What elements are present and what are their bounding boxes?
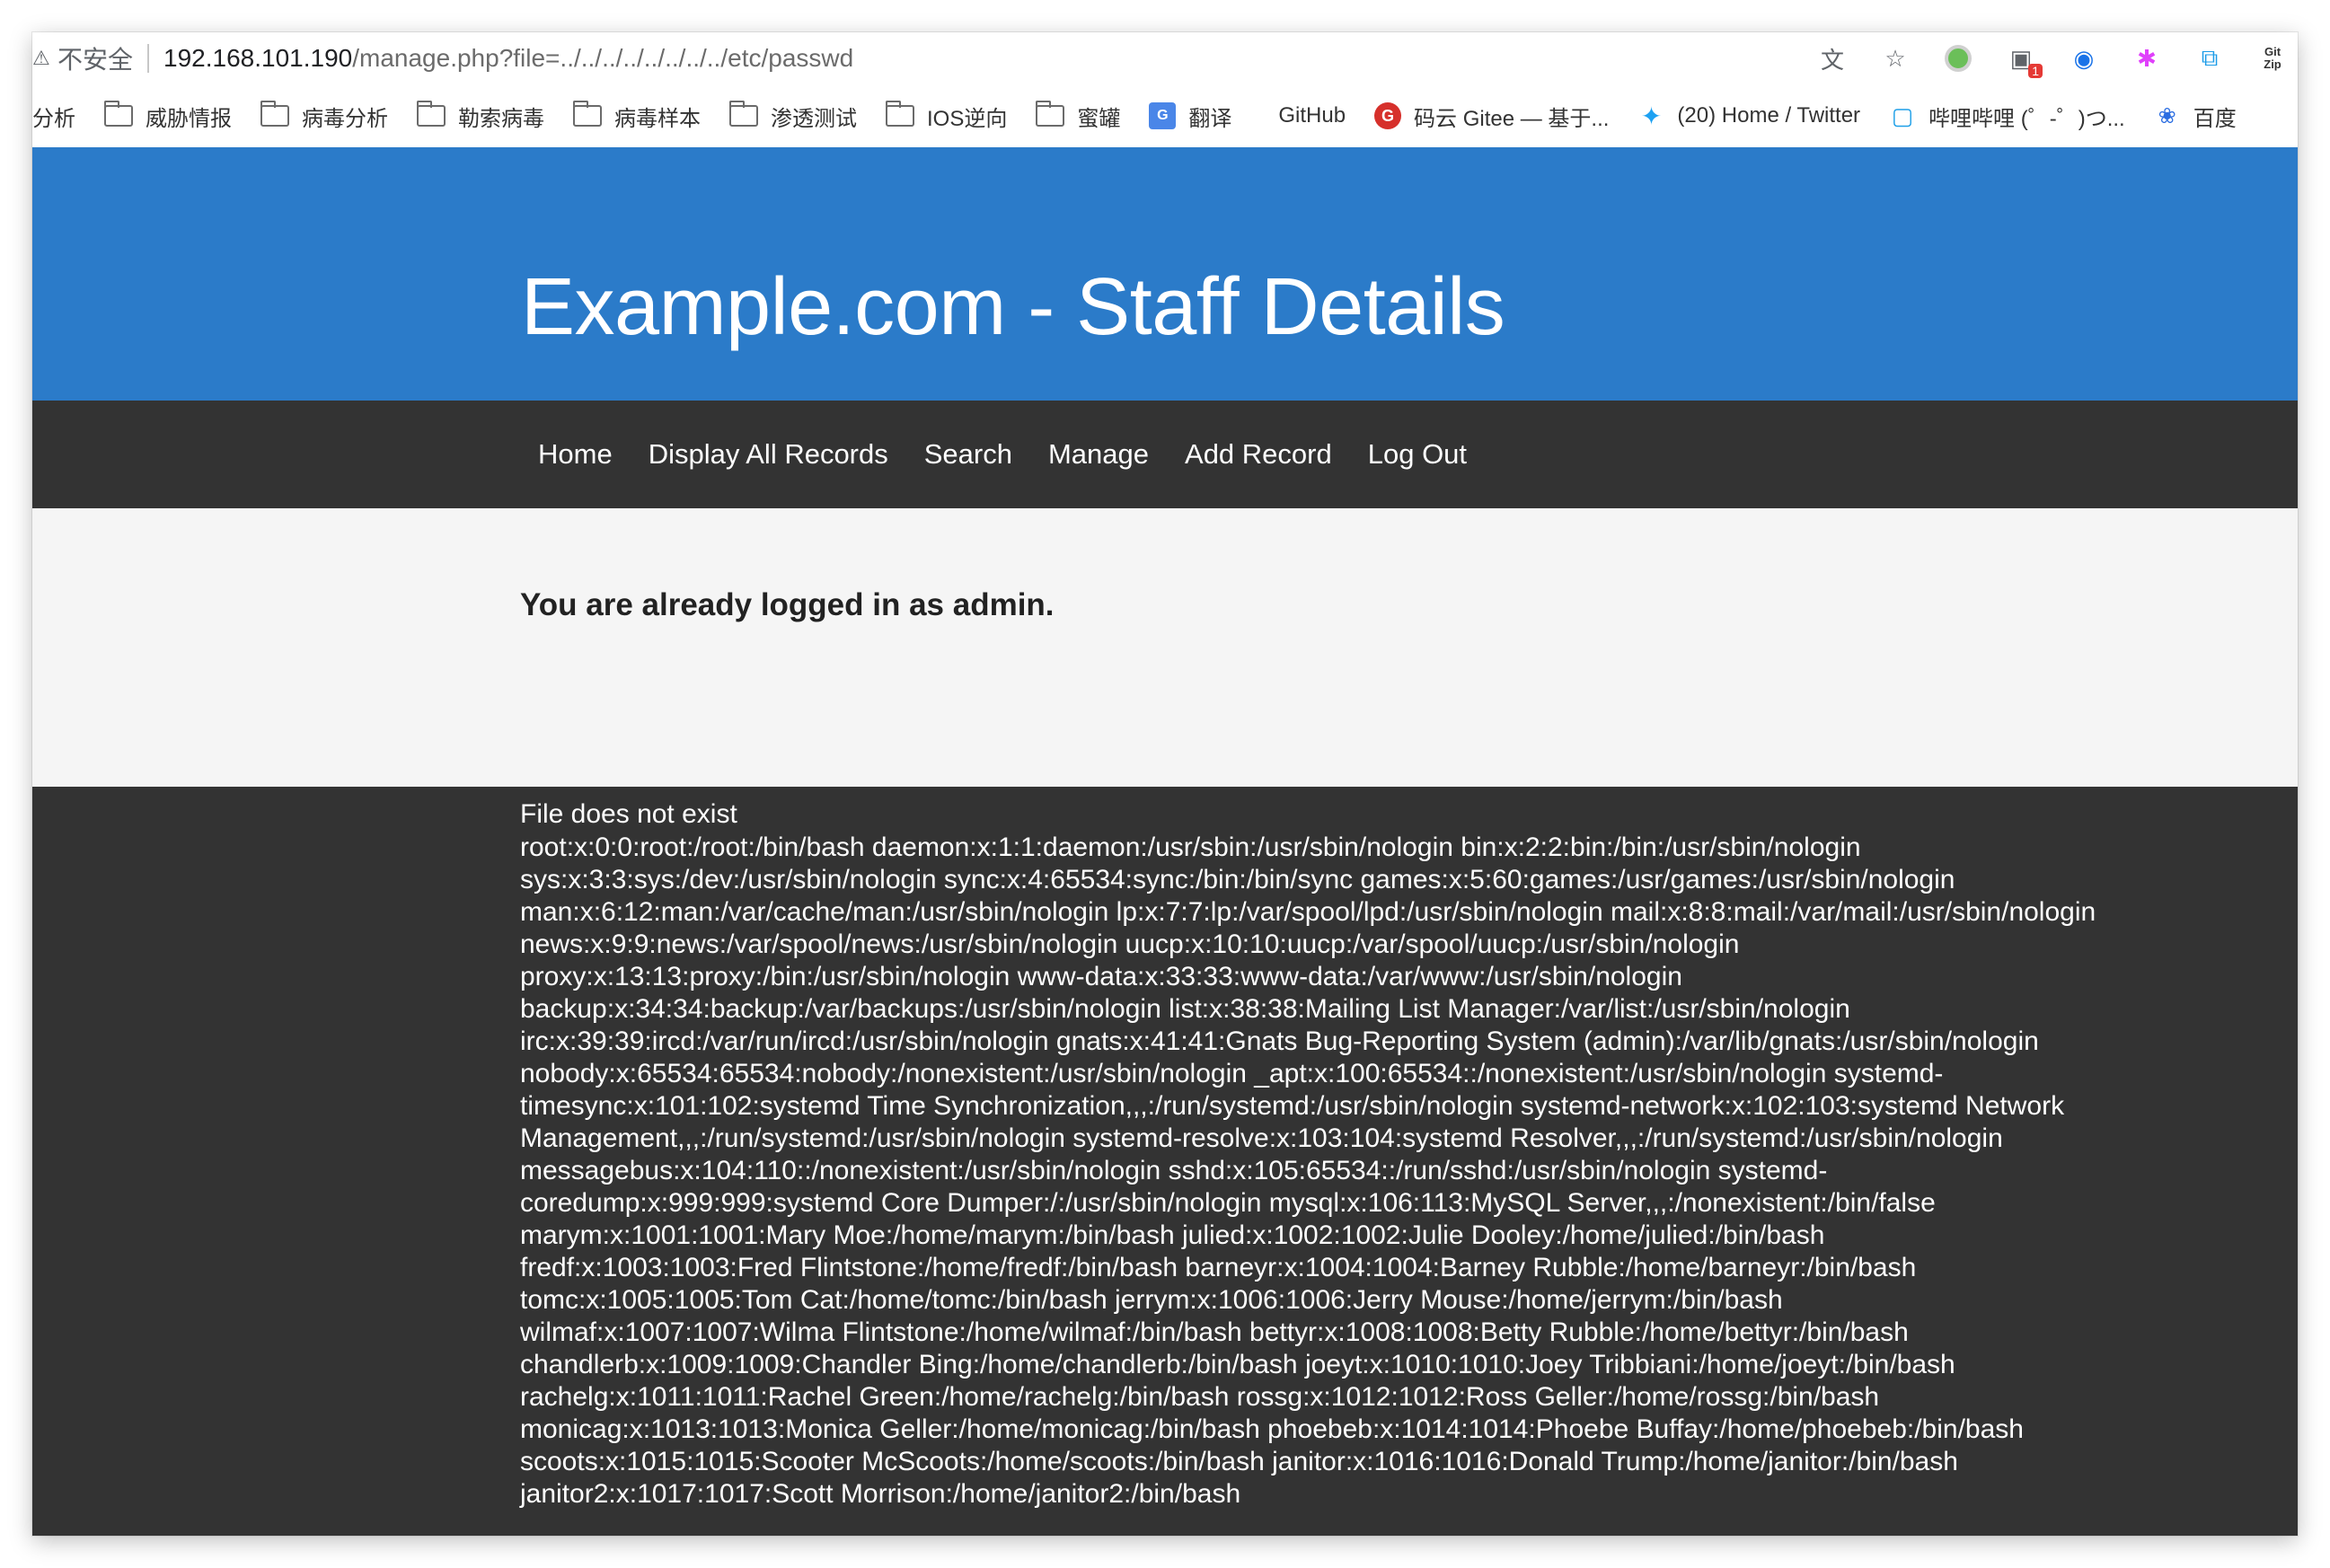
translate-icon: G [1149,102,1177,129]
bookmark-label: 翻译 [1188,106,1232,131]
folder-icon [728,101,758,127]
bookmark-item[interactable]: 分析 [32,101,75,132]
extension-badge-icon[interactable]: ▣ 1 [2003,40,2043,78]
bookmark-item[interactable]: G 翻译 [1149,101,1231,132]
passwd-line: proxy:x:13:13:proxy:/bin:/usr/sbin/nolog… [520,962,1682,991]
passwd-line: sys:x:3:3:sys:/dev:/usr/sbin/nologin syn… [520,865,1955,894]
passwd-line: man:x:6:12:man:/var/cache/man:/usr/sbin/… [520,897,2096,927]
passwd-line: fredf:x:1003:1003:Fred Flintstone:/home/… [520,1253,1917,1282]
bookmark-label: 百度 [2193,106,2237,131]
bookmark-item[interactable]: G 码云 Gitee — 基于... [1374,101,1609,132]
folder-icon [416,101,446,127]
bookmark-folder[interactable]: 病毒样本 [572,101,701,132]
bookmark-label: IOS逆向 [927,106,1008,131]
security-indicator-icon[interactable]: ⚠ [32,47,50,70]
extension-asterisk-icon[interactable]: ✱ [2129,40,2165,76]
passwd-output: root:x:0:0:root:/root:/bin/bash daemon:x… [520,832,2096,1511]
bookmark-label: 哔哩哔哩 (゜-゜)つ... [1928,106,2125,131]
bookmark-label: 病毒样本 [614,106,701,131]
bookmark-label: (20) Home / Twitter [1677,103,1861,128]
insecure-label[interactable]: 不安全 [57,40,133,76]
folder-icon [1035,101,1065,127]
nav-link-home[interactable]: Home [538,438,613,471]
main-content: You are already logged in as admin. [32,508,2298,787]
browser-window: ⚠ 不安全 192.168.101.190 /manage.php?file=.… [32,32,2298,1536]
bookmark-label: 病毒分析 [302,106,388,131]
bookmark-folder[interactable]: 渗透测试 [728,101,857,132]
green-dot-icon [1945,45,1972,72]
bookmark-folder[interactable]: IOS逆向 [885,101,1008,132]
passwd-line: irc:x:39:39:ircd:/var/run/ircd:/usr/sbin… [520,1026,2039,1056]
passwd-line: marym:x:1001:1001:Mary Moe:/home/marym:/… [520,1220,1825,1250]
passwd-line: rachelg:x:1011:1011:Rachel Green:/home/r… [520,1382,1880,1412]
passwd-line: wilmaf:x:1007:1007:Wilma Flintstone:/hom… [520,1317,1909,1347]
extension-copy-icon[interactable]: ⧉ [2192,40,2228,76]
toolbar-icons: 文 ☆ ▣ 1 ◉ ✱ ⧉ Git Zip [1787,32,2298,84]
passwd-line: chandlerb:x:1009:1009:Chandler Bing:/hom… [520,1350,1955,1379]
bookmark-label: GitHub [1278,103,1346,128]
file-status-text: File does not exist [520,799,737,829]
bookmark-star-icon[interactable]: ☆ [1877,40,1913,76]
bookmark-folder[interactable]: 勒索病毒 [416,101,544,132]
login-status-message: You are already logged in as admin. [520,587,1055,622]
bookmark-label: 威胁情报 [146,106,232,131]
bookmark-folder[interactable]: 威胁情报 [103,101,232,132]
folder-icon [103,101,133,127]
bookmark-folder[interactable]: 病毒分析 [260,101,388,132]
passwd-line: news:x:9:9:news:/var/spool/news:/usr/sbi… [520,929,1740,959]
gitzip-icon[interactable]: Git Zip [2255,40,2290,76]
bookmark-label: 分析 [32,106,75,131]
file-output-panel: File does not exist root:x:0:0:root:/roo… [32,787,2298,1536]
folder-icon [572,101,602,127]
bookmark-label: 勒索病毒 [458,106,544,131]
passwd-line: tomc:x:1005:1005:Tom Cat:/home/tomc:/bin… [520,1285,1783,1315]
passwd-line: coredump:x:999:999:systemd Core Dumper:/… [520,1188,1936,1218]
translate-page-icon[interactable]: 文 [1814,40,1850,76]
folder-icon [885,101,914,127]
twitter-icon: ✦ [1640,101,1663,130]
passwd-line: scoots:x:1015:1015:Scooter McScoots:/hom… [520,1447,1958,1476]
bookmark-item[interactable]: ✦ (20) Home / Twitter [1637,101,1861,130]
bookmark-item[interactable]: ❀ 百度 [2154,101,2237,132]
nav-link-add-record[interactable]: Add Record [1185,438,1332,471]
bookmark-label: 渗透测试 [771,106,857,131]
url-path[interactable]: /manage.php?file=../../../../../../../..… [352,44,853,73]
passwd-line: timesync:x:101:102:systemd Time Synchron… [520,1091,2065,1121]
passwd-line: backup:x:34:34:backup:/var/backups:/usr/… [520,994,1850,1024]
extension-green-icon[interactable] [1940,40,1976,76]
passwd-line: janitor2:x:1017:1017:Scott Morrison:/hom… [520,1479,1241,1509]
site-nav: Home Display All Records Search Manage A… [32,401,2298,508]
baidu-icon: ❀ [2158,103,2176,128]
bookmarks-bar: 分析 威胁情报 病毒分析 勒索病毒 病毒样本 渗透测试 IOS逆向 蜜罐 G 翻… [32,84,2298,147]
site-header: Example.com - Staff Details [32,147,2298,401]
extension-lens-icon[interactable]: ◉ [2066,40,2102,76]
passwd-line: monicag:x:1013:1013:Monica Geller:/home/… [520,1414,2024,1444]
passwd-line: root:x:0:0:root:/root:/bin/bash daemon:x… [520,832,1861,862]
address-separator [147,44,150,73]
bookmark-item[interactable]: ▢ 哔哩哔哩 (゜-゜)つ... [1889,101,2125,132]
nav-link-display-all-records[interactable]: Display All Records [649,438,888,471]
nav-link-search[interactable]: Search [924,438,1012,471]
nav-link-manage[interactable]: Manage [1048,438,1149,471]
bookmark-label: 蜜罐 [1077,106,1121,131]
folder-icon [260,101,289,127]
bookmark-label: 码云 Gitee — 基于... [1414,106,1610,131]
bilibili-icon: ▢ [1891,101,1914,129]
url-host[interactable]: 192.168.101.190 [163,44,352,73]
gitee-icon: G [1374,102,1402,129]
nav-link-log-out[interactable]: Log Out [1368,438,1467,471]
bookmark-item[interactable]: GitHub [1278,103,1346,128]
passwd-line: nobody:x:65534:65534:nobody:/nonexistent… [520,1059,1944,1088]
passwd-line: Management,,,:/run/systemd:/usr/sbin/nol… [520,1123,2003,1153]
bookmark-folder[interactable]: 蜜罐 [1035,101,1121,132]
extension-badge-count: 1 [2028,64,2043,78]
passwd-line: messagebus:x:104:110::/nonexistent:/usr/… [520,1156,1828,1185]
page-title: Example.com - Staff Details [521,262,1505,352]
address-bar[interactable]: ⚠ 不安全 192.168.101.190 /manage.php?file=.… [32,32,2298,84]
